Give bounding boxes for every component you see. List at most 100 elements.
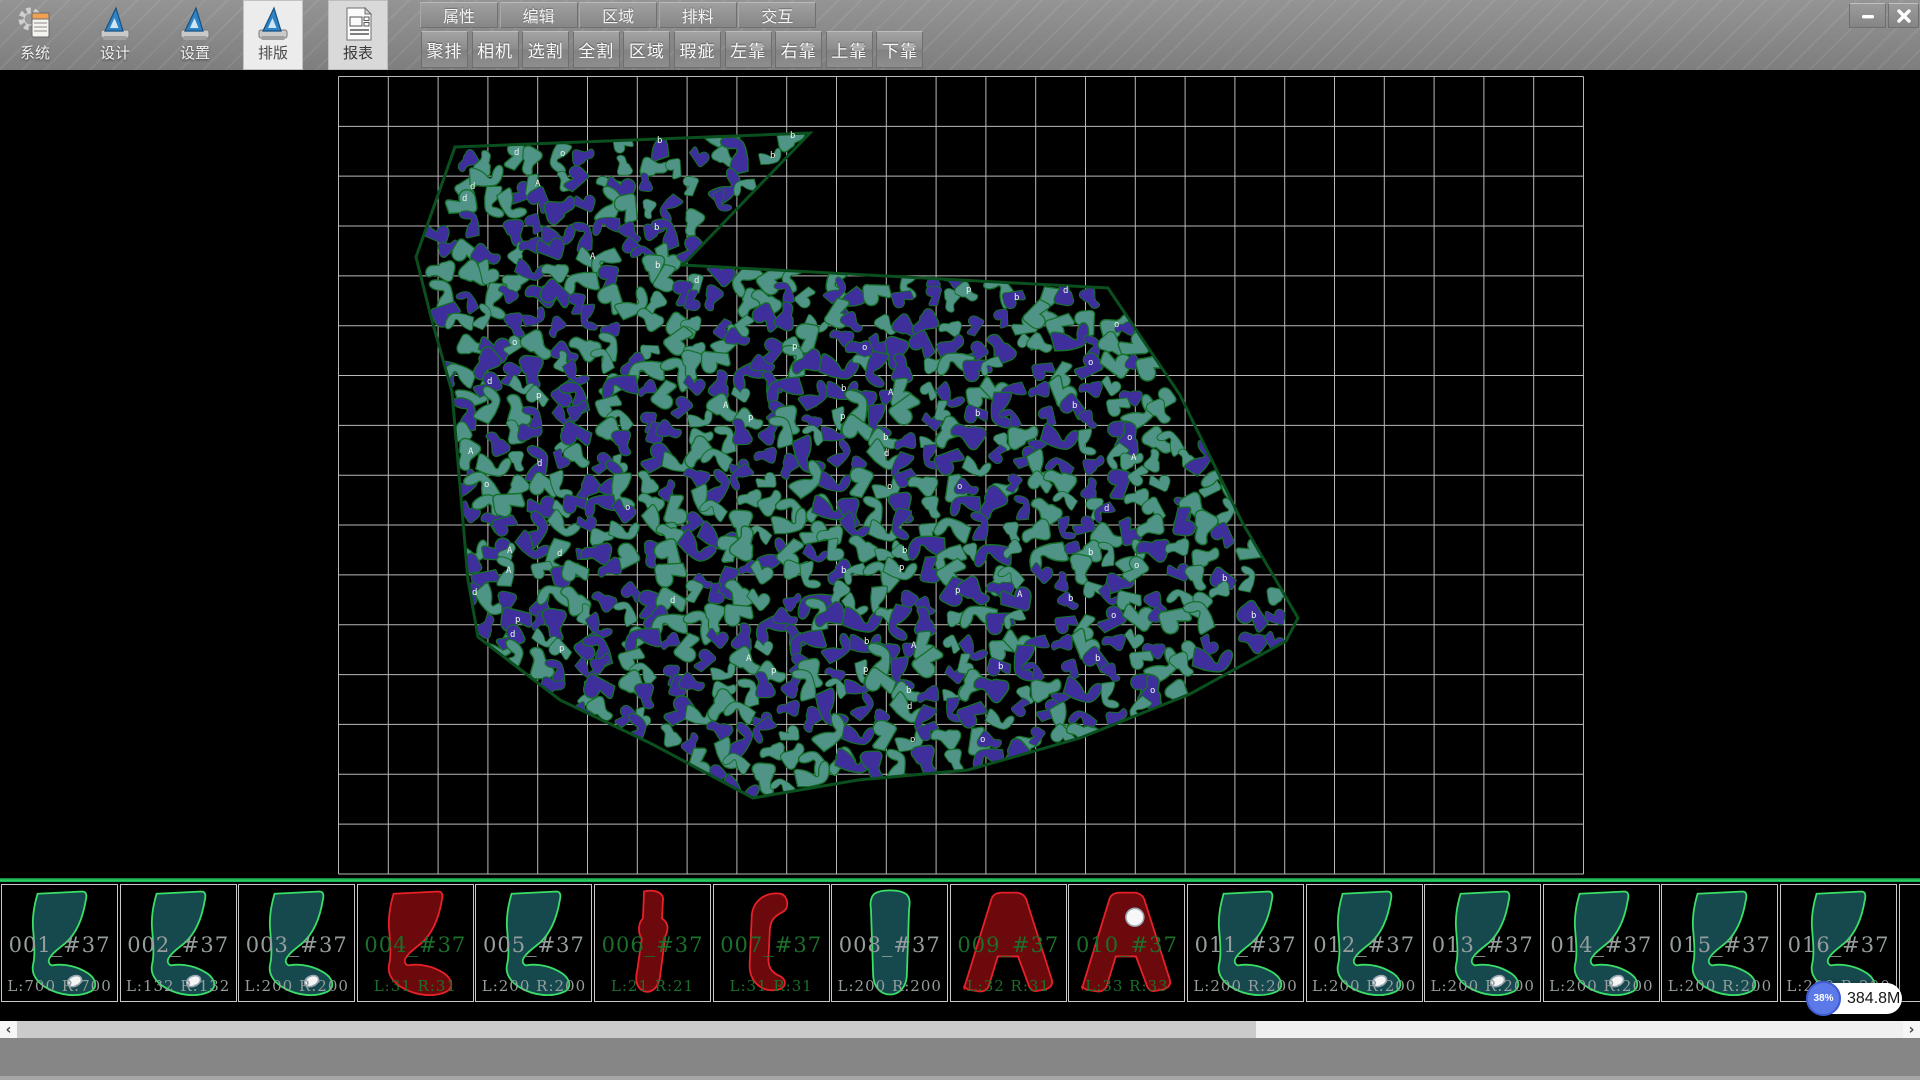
menu-tab-nesting[interactable]: 排料 bbox=[659, 2, 737, 28]
svg-text:b: b bbox=[1072, 401, 1077, 411]
part-thumb-004_#37[interactable]: 004_#37L:31 R:31 bbox=[357, 884, 474, 1002]
tool-button-cut-all[interactable]: 全割 bbox=[573, 31, 620, 68]
app-label-nest: 排版 bbox=[258, 44, 288, 64]
svg-text:b: b bbox=[1251, 611, 1256, 621]
part-id-label: 010_#37 bbox=[1069, 933, 1184, 957]
svg-text:d: d bbox=[487, 377, 492, 387]
svg-text:b: b bbox=[841, 384, 846, 394]
menu-tab-edit[interactable]: 编辑 bbox=[500, 2, 578, 28]
svg-text:d: d bbox=[1063, 286, 1068, 296]
svg-text:d: d bbox=[557, 549, 562, 559]
tool-button-camera[interactable]: 相机 bbox=[472, 31, 519, 68]
part-id-label: 015_#37 bbox=[1662, 933, 1777, 957]
scrollbar-thumb[interactable] bbox=[17, 1021, 1256, 1038]
svg-text:o: o bbox=[1127, 433, 1132, 443]
app-tile-setup[interactable]: 设置 bbox=[165, 0, 225, 70]
part-thumb-006_#37[interactable]: 006_#37 L:21 R:21 bbox=[594, 884, 711, 1002]
nesting-canvas[interactable]: bbdobdAdbAbdpbdoopoodpbAAppbbboAddAooood… bbox=[0, 70, 1920, 878]
part-lr-label: L:200 R:200 bbox=[1662, 977, 1777, 995]
part-lr-label: L:2 bbox=[1900, 977, 1920, 995]
svg-text:o: o bbox=[1088, 358, 1093, 368]
app-tile-nest[interactable]: 排版 bbox=[243, 0, 303, 70]
svg-text:A: A bbox=[1131, 453, 1137, 463]
part-lr-label: L:132 R:132 bbox=[121, 977, 236, 995]
part-thumb-007_#37[interactable]: 007_#37L:31 R:31 bbox=[713, 884, 830, 1002]
svg-text:b: b bbox=[654, 223, 659, 233]
part-thumb-005_#37[interactable]: 005_#37L:200 R:200 bbox=[475, 884, 592, 1002]
svg-text:p: p bbox=[966, 285, 971, 295]
app-tile-report[interactable]: 报表 bbox=[328, 0, 388, 70]
part-id-label: 003_#37 bbox=[239, 933, 354, 957]
part-lr-label: L:200 R:200 bbox=[1544, 977, 1659, 995]
part-thumb-010_#37[interactable]: 010_#37 L:33 R:33 bbox=[1068, 884, 1185, 1002]
svg-text:o: o bbox=[1114, 320, 1119, 330]
part-thumb-011_#37[interactable]: 011_#37L:200 R:200 bbox=[1187, 884, 1304, 1002]
part-id-label: 013_#37 bbox=[1425, 933, 1540, 957]
minimize-icon bbox=[1860, 8, 1876, 24]
tool-button-cut-selected[interactable]: 选割 bbox=[522, 31, 569, 68]
part-lr-label: L:31 R:31 bbox=[358, 977, 473, 995]
svg-text:A: A bbox=[1017, 590, 1023, 600]
scroll-left-button[interactable]: ‹ bbox=[0, 1021, 17, 1038]
tool-button-region[interactable]: 区域 bbox=[623, 31, 670, 68]
svg-text:b: b bbox=[975, 409, 980, 419]
tool-button-align-left[interactable]: 左靠 bbox=[725, 31, 772, 68]
app-label-report: 报表 bbox=[343, 44, 373, 64]
part-id-label: 016_#37 bbox=[1781, 933, 1896, 957]
svg-text:p: p bbox=[955, 586, 960, 596]
part-id-label: 014_#37 bbox=[1544, 933, 1659, 957]
app-tile-design[interactable]: 设计 bbox=[85, 0, 145, 70]
menu-tab-region[interactable]: 区域 bbox=[579, 2, 657, 28]
part-thumb-009_#37[interactable]: 009_#37L:32 R:31 bbox=[950, 884, 1067, 1002]
svg-text:o: o bbox=[512, 338, 517, 348]
svg-text:b: b bbox=[906, 686, 911, 696]
part-lr-label: L:33 R:33 bbox=[1069, 977, 1184, 995]
part-lr-label: L:200 R:200 bbox=[1307, 977, 1422, 995]
part-thumb-012_#37[interactable]: 012_#37 L:200 R:200 bbox=[1306, 884, 1423, 1002]
svg-text:d: d bbox=[514, 148, 519, 158]
part-thumb-001_#37[interactable]: 001_#37L:700 R:700 bbox=[1, 884, 118, 1002]
svg-text:A: A bbox=[506, 566, 512, 576]
svg-text:d: d bbox=[884, 449, 889, 459]
part-lr-label: L:32 R:31 bbox=[951, 977, 1066, 995]
minimize-button[interactable] bbox=[1849, 3, 1886, 28]
svg-text:p: p bbox=[863, 665, 868, 675]
svg-text:b: b bbox=[998, 662, 1003, 672]
part-thumb-0[interactable]: 0 L:2 bbox=[1899, 884, 1920, 1002]
svg-text:b: b bbox=[657, 136, 662, 146]
svg-text:o: o bbox=[625, 503, 630, 513]
status-pill: 38% 384.8M bbox=[1809, 983, 1902, 1014]
part-id-label: 002_#37 bbox=[121, 933, 236, 957]
tool-button-cluster-nest[interactable]: 聚排 bbox=[421, 31, 468, 68]
svg-text:p: p bbox=[771, 666, 776, 676]
part-thumb-013_#37[interactable]: 013_#37L:200 R:200 bbox=[1424, 884, 1541, 1002]
svg-text:d: d bbox=[537, 459, 542, 469]
part-thumb-002_#37[interactable]: 002_#37 L:132 R:132 bbox=[120, 884, 237, 1002]
tool-button-defect[interactable]: 瑕疵 bbox=[674, 31, 721, 68]
part-thumb-008_#37[interactable]: 008_#37L:200 R:200 bbox=[831, 884, 948, 1002]
progress-circle: 38% bbox=[1806, 981, 1841, 1016]
design-icon bbox=[95, 4, 135, 44]
menu-tab-interact[interactable]: 交互 bbox=[738, 2, 816, 28]
tool-button-align-bottom[interactable]: 下靠 bbox=[876, 31, 923, 68]
app-tile-system[interactable]: 系统 bbox=[5, 0, 65, 70]
part-id-label: 0 bbox=[1900, 933, 1920, 957]
tool-button-align-right[interactable]: 右靠 bbox=[775, 31, 822, 68]
svg-text:b: b bbox=[1068, 594, 1073, 604]
part-id-label: 006_#37 bbox=[595, 933, 710, 957]
part-thumb-015_#37[interactable]: 015_#37 L:200 R:200 bbox=[1661, 884, 1778, 1002]
scroll-right-button[interactable]: › bbox=[1903, 1021, 1920, 1038]
svg-text:b: b bbox=[1222, 574, 1227, 584]
menu-tab-properties[interactable]: 属性 bbox=[420, 2, 498, 28]
svg-text:o: o bbox=[560, 149, 565, 159]
part-lr-label: L:21 R:21 bbox=[595, 977, 710, 995]
svg-text:A: A bbox=[911, 641, 917, 651]
close-button[interactable] bbox=[1888, 3, 1919, 28]
setup-icon bbox=[175, 4, 215, 44]
part-id-label: 012_#37 bbox=[1307, 933, 1422, 957]
part-thumb-014_#37[interactable]: 014_#37 L:200 R:200 bbox=[1543, 884, 1660, 1002]
tool-button-align-top[interactable]: 上靠 bbox=[826, 31, 873, 68]
svg-text:d: d bbox=[670, 596, 675, 606]
svg-text:d: d bbox=[694, 276, 699, 286]
part-thumb-003_#37[interactable]: 003_#37L:200 R:200 bbox=[238, 884, 355, 1002]
